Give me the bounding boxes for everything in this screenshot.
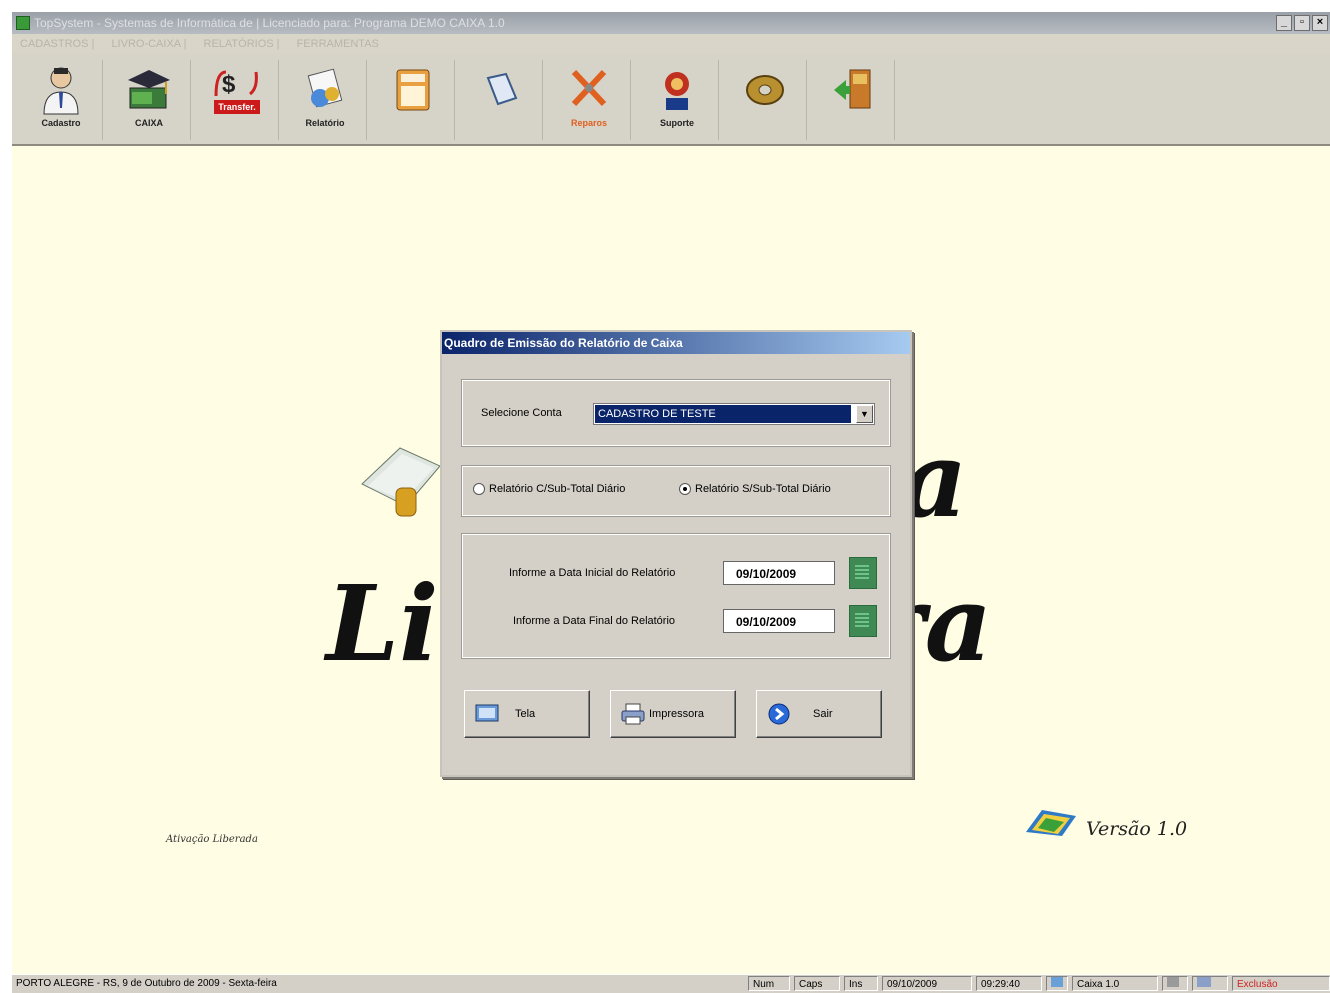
- status-location: PORTO ALEGRE - RS, 9 de Outubro de 2009 …: [16, 978, 277, 989]
- version-label: Versão 1.0: [1086, 818, 1188, 840]
- end-date-calendar-icon[interactable]: [849, 605, 877, 637]
- account-group: Selecione Conta CADASTRO DE TESTE ▼: [461, 379, 891, 447]
- radio-subtotal-label: Relatório C/Sub-Total Diário: [489, 483, 626, 495]
- chevron-down-icon[interactable]: ▼: [856, 405, 873, 423]
- status-caps: Caps: [794, 976, 840, 991]
- start-date-input[interactable]: 09/10/2009: [723, 561, 835, 585]
- radio-no-subtotal-option[interactable]: Relatório S/Sub-Total Diário: [679, 483, 831, 496]
- status-printer-icon: [1192, 976, 1228, 991]
- screen-button-label: Tela: [515, 708, 536, 720]
- logo-word2-start: Li: [326, 562, 439, 685]
- status-date: 09/10/2009: [882, 976, 972, 991]
- date-range-group: Informe a Data Inicial do Relatório 09/1…: [461, 533, 891, 659]
- start-date-label: Informe a Data Inicial do Relatório: [509, 567, 676, 579]
- main-window: TopSystem - Systemas de Informática de |…: [12, 12, 1330, 993]
- end-date-input[interactable]: 09/10/2009: [723, 609, 835, 633]
- exit-button-label: Sair: [813, 708, 833, 720]
- screen-button[interactable]: Tela: [464, 690, 590, 738]
- radio-no-subtotal-label: Relatório S/Sub-Total Diário: [695, 483, 831, 495]
- report-dialog: Quadro de Emissão do Relatório de Caixa …: [440, 330, 912, 777]
- status-app: Caixa 1.0: [1072, 976, 1158, 991]
- status-mode: Exclusão: [1232, 976, 1330, 991]
- status-bar: PORTO ALEGRE - RS, 9 de Outubro de 2009 …: [12, 974, 1330, 993]
- radio-button-no-subtotal[interactable]: [679, 483, 691, 496]
- account-select[interactable]: CADASTRO DE TESTE ▼: [593, 403, 875, 425]
- status-num: Num: [748, 976, 790, 991]
- left-caption: Ativação Liberada: [166, 834, 258, 845]
- exit-button[interactable]: Sair: [756, 690, 882, 738]
- account-label: Selecione Conta: [481, 407, 562, 419]
- dialog-title[interactable]: Quadro de Emissão do Relatório de Caixa: [442, 332, 910, 354]
- radio-subtotal-option[interactable]: Relatório C/Sub-Total Diário: [473, 483, 626, 496]
- status-app-icon: [1046, 976, 1068, 991]
- printer-button[interactable]: Impressora: [610, 690, 736, 738]
- money-stack-icon: [360, 440, 450, 520]
- radio-button-subtotal[interactable]: [473, 483, 485, 496]
- account-selected-value: CADASTRO DE TESTE: [595, 405, 851, 423]
- printer-button-label: Impressora: [649, 708, 705, 720]
- version-logo-icon: [1022, 806, 1080, 840]
- report-type-group: Relatório C/Sub-Total Diário Relatório S…: [461, 465, 891, 517]
- status-disk-icon: [1162, 976, 1188, 991]
- start-date-calendar-icon[interactable]: [849, 557, 877, 589]
- printer-icon: [621, 703, 645, 725]
- status-time: 09:29:40: [976, 976, 1042, 991]
- monitor-icon: [475, 703, 499, 725]
- status-ins: Ins: [844, 976, 878, 991]
- exit-circle-icon: [767, 703, 791, 725]
- end-date-label: Informe a Data Final do Relatório: [513, 615, 676, 627]
